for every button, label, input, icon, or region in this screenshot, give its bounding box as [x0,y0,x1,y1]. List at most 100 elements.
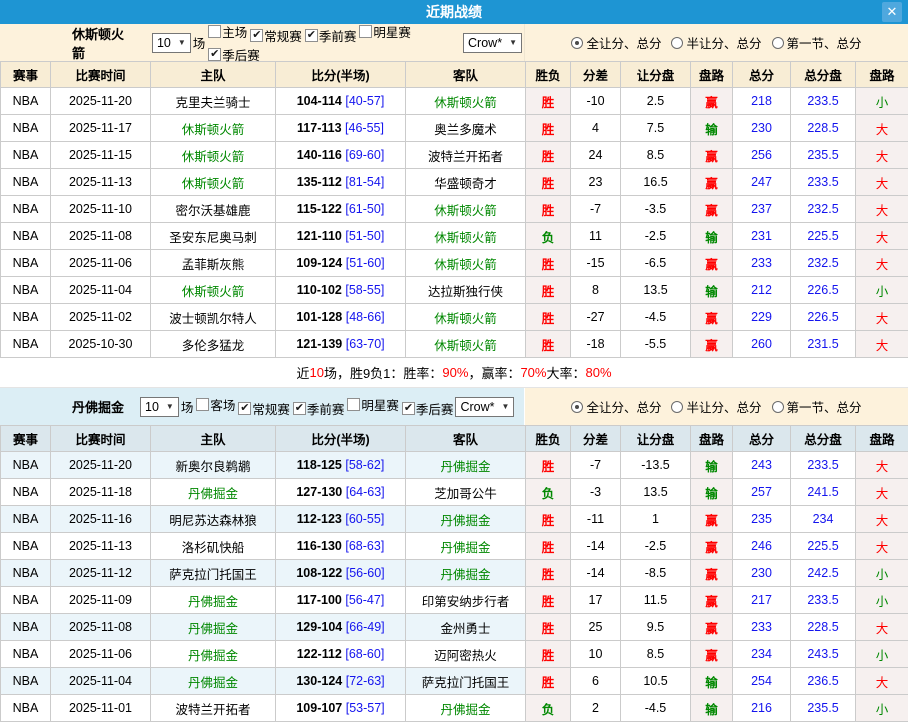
dropdown-arrow-icon: ▼ [166,402,174,411]
handicap-line-cell: -6.5 [621,250,691,277]
column-header-9: 总分 [733,426,791,452]
final-score: 101-128 [296,310,342,324]
handicap-result-cell: 赢 [691,304,733,331]
final-score: 127-130 [296,485,342,499]
dropdown-arrow-icon: ▼ [509,38,517,47]
handicap-line-cell: 2.5 [621,88,691,115]
column-header-2: 主队 [151,62,276,88]
denver-company-select[interactable]: Crow*▼ [455,397,514,417]
column-header-5: 胜负 [526,426,571,452]
ou-result-cell: 大 [856,196,908,223]
checkbox-label: 常规赛 [264,26,302,45]
column-header-11: 盘路 [856,426,908,452]
halftime-score: [69-60] [345,148,384,162]
score-type-radio-item: 全让分、总分 [571,397,661,416]
radio-unselected[interactable] [671,37,683,49]
radio-unselected[interactable] [772,401,784,413]
date-cell: 2025-11-20 [51,88,151,115]
away-team-cell: 波特兰开拓者 [406,142,526,169]
score-cell: 121-139 [63-70] [276,331,406,358]
result-cell: 胜 [526,115,571,142]
point-diff-cell: -18 [571,331,621,358]
final-score: 140-116 [297,148,342,162]
table-row: NBA2025-11-20新奥尔良鹈鹕118-125 [58-62]丹佛掘金胜-… [1,452,908,479]
checkbox-checked[interactable]: ✔ [305,29,318,42]
total-points-cell: 243 [733,452,791,479]
result-cell: 胜 [526,506,571,533]
radio-unselected[interactable] [772,37,784,49]
table-row: NBA2025-11-01波特兰开拓者109-107 [53-57]丹佛掘金负2… [1,695,908,722]
league-cell: NBA [1,169,51,196]
ou-result-cell: 大 [856,142,908,169]
total-points-cell: 216 [733,695,791,722]
date-cell: 2025-11-12 [51,560,151,587]
houston-filter-bar: 休斯顿火箭 10▼ 场 主场✔常规赛✔季前赛明星赛✔季后赛 Crow*▼ 全让分… [0,24,908,61]
table-row: NBA2025-11-17休斯顿火箭117-113 [46-55]奥兰多魔术胜4… [1,115,908,142]
away-team-cell: 丹佛掘金 [406,533,526,560]
houston-games-count-select[interactable]: 10▼ [152,33,191,53]
handicap-result-cell: 赢 [691,250,733,277]
houston-table-header: 赛事比赛时间主队比分(半场)客队胜负分差让分盘盘路总分总分盘盘路 [1,62,908,88]
final-score: 104-114 [297,94,342,108]
total-points-cell: 230 [733,115,791,142]
final-score: 118-125 [297,458,342,472]
league-cell: NBA [1,695,51,722]
checkbox-checked[interactable]: ✔ [208,48,221,61]
point-diff-cell: -14 [571,560,621,587]
radio-selected[interactable] [571,37,583,49]
checkbox-unchecked[interactable] [196,398,209,411]
total-line-cell: 235.5 [791,142,856,169]
checkbox-checked[interactable]: ✔ [238,402,251,415]
radio-selected[interactable] [571,401,583,413]
home-team-cell: 丹佛掘金 [151,479,276,506]
score-cell: 121-110 [51-50] [276,223,406,250]
score-cell: 109-107 [53-57] [276,695,406,722]
checkbox-unchecked[interactable] [208,25,221,38]
total-line-cell: 234 [791,506,856,533]
away-team-cell: 迈阿密热火 [406,641,526,668]
denver-table-header: 赛事比赛时间主队比分(半场)客队胜负分差让分盘盘路总分总分盘盘路 [1,426,908,452]
home-team-cell: 丹佛掘金 [151,641,276,668]
league-cell: NBA [1,196,51,223]
checkbox-unchecked[interactable] [359,25,372,38]
handicap-result-cell: 赢 [691,560,733,587]
point-diff-cell: 6 [571,668,621,695]
total-points-cell: 247 [733,169,791,196]
league-cell: NBA [1,331,51,358]
away-team-cell: 华盛顿奇才 [406,169,526,196]
total-points-cell: 217 [733,587,791,614]
league-cell: NBA [1,88,51,115]
column-header-6: 分差 [571,426,621,452]
filter-checkbox-item: 主场 [205,22,247,41]
close-button[interactable]: ✕ [882,2,902,22]
home-team-cell: 波士顿凯尔特人 [151,304,276,331]
home-team-cell: 萨克拉门托国王 [151,560,276,587]
score-type-radio-item: 半让分、总分 [671,33,761,52]
final-score: 115-122 [297,202,342,216]
checkbox-unchecked[interactable] [347,398,360,411]
checkbox-checked[interactable]: ✔ [402,402,415,415]
result-cell: 胜 [526,304,571,331]
games-unit-label: 场 [193,33,206,52]
halftime-score: [51-60] [346,256,385,270]
result-cell: 胜 [526,331,571,358]
ou-result-cell: 小 [856,88,908,115]
total-line-cell: 226.5 [791,304,856,331]
ou-result-cell: 大 [856,668,908,695]
date-cell: 2025-11-13 [51,533,151,560]
houston-company-select[interactable]: Crow*▼ [463,33,522,53]
checkbox-checked[interactable]: ✔ [293,402,306,415]
final-score: 121-110 [297,229,342,243]
date-cell: 2025-11-13 [51,169,151,196]
handicap-result-cell: 输 [691,668,733,695]
point-diff-cell: 8 [571,277,621,304]
result-cell: 负 [526,479,571,506]
score-cell: 104-114 [40-57] [276,88,406,115]
result-cell: 胜 [526,614,571,641]
home-team-cell: 多伦多猛龙 [151,331,276,358]
radio-unselected[interactable] [671,401,683,413]
score-cell: 140-116 [69-60] [276,142,406,169]
houston-record-summary: 近 10 场，胜9负1：胜率：90%，赢率：70% 大率：80% [0,358,908,388]
checkbox-checked[interactable]: ✔ [250,29,263,42]
denver-games-count-select[interactable]: 10▼ [140,397,179,417]
